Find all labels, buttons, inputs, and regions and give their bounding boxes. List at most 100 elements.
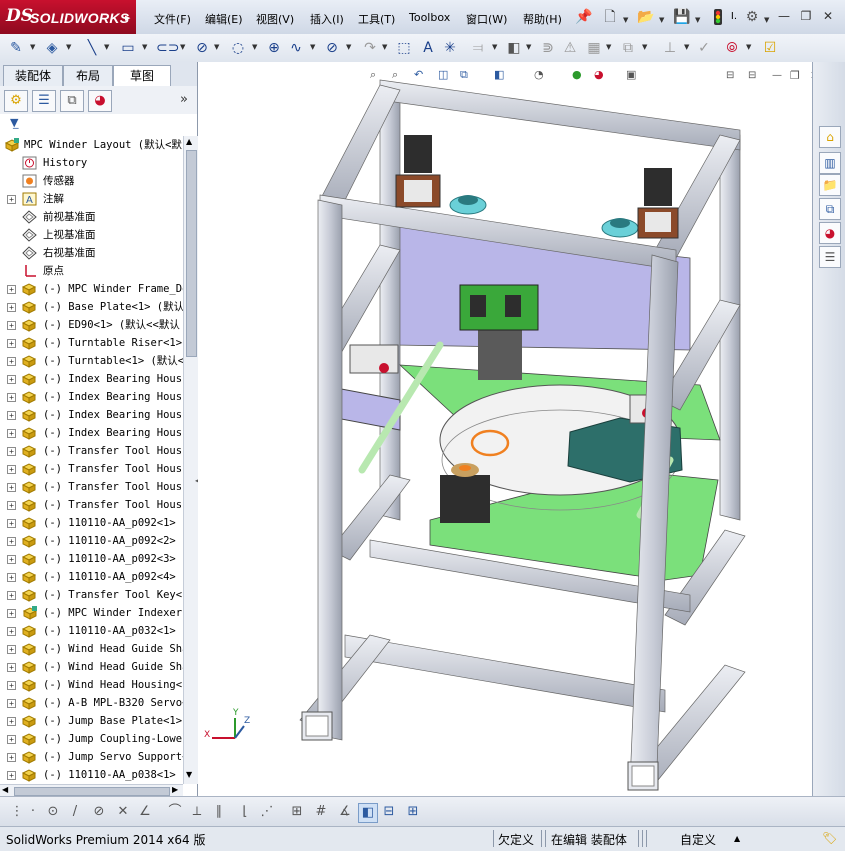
menu-help[interactable]: 帮助(H) — [523, 11, 562, 27]
scroll-thumb-horizontal[interactable] — [14, 787, 170, 796]
mirror-icon[interactable]: ⚠ — [560, 39, 580, 57]
arc-icon[interactable]: ◌ — [228, 39, 248, 57]
expand-icon[interactable]: + — [7, 519, 16, 528]
circle-tool-icon[interactable]: ⊘ — [90, 803, 108, 821]
expand-icon[interactable]: + — [7, 699, 16, 708]
text-icon[interactable]: A — [418, 39, 438, 57]
tab-layout[interactable]: 布局 — [63, 65, 113, 86]
menu-file[interactable]: 文件(F) — [154, 11, 191, 27]
tab-sketch[interactable]: 草图 — [113, 65, 171, 87]
tree-item[interactable]: 前视基准面 — [0, 208, 183, 226]
tree-item[interactable]: + (-) Wind Head Guide Sha — [0, 640, 183, 658]
expand-icon[interactable]: + — [7, 447, 16, 456]
chevron-down-icon[interactable]: ▼ — [382, 43, 387, 51]
line-tool-icon[interactable]: / — [66, 803, 84, 821]
tree-item[interactable]: MPC Winder Layout (默认<默 — [0, 136, 183, 154]
angle-snap-icon[interactable]: ∡ — [336, 803, 354, 821]
file-explorer-icon[interactable]: 📁 — [819, 174, 841, 196]
pin-icon[interactable]: 📌 — [574, 8, 594, 26]
chevron-down-icon[interactable]: ▼ — [695, 16, 700, 24]
grid-icon[interactable]: # — [312, 803, 330, 821]
tree-item[interactable]: 传感器 — [0, 172, 183, 190]
chevron-down-icon[interactable]: ▼ — [346, 43, 351, 51]
tree-item[interactable]: 原点 — [0, 262, 183, 280]
tree-vertical-scrollbar[interactable]: ▲ ◂ ▼ — [183, 136, 199, 784]
tree-item[interactable]: History — [0, 154, 183, 172]
chevron-down-icon[interactable]: ▼ — [66, 43, 71, 51]
filter-icon[interactable]: ▼̲ — [10, 116, 18, 129]
rapid-sketch-icon[interactable]: ☑ — [760, 39, 780, 57]
chevron-down-icon[interactable]: ▼ — [30, 43, 35, 51]
expand-icon[interactable]: + — [7, 195, 16, 204]
point-icon[interactable]: ✳ — [440, 39, 460, 57]
expand-icon[interactable]: + — [7, 591, 16, 600]
expand-icon[interactable]: + — [7, 501, 16, 510]
tree-item[interactable]: + (-) Wind Head Housing<1 — [0, 676, 183, 694]
spline-icon[interactable]: ∿ — [286, 39, 306, 57]
polygon-icon[interactable]: ⊕ — [264, 39, 284, 57]
minimize-button[interactable]: — — [776, 8, 792, 24]
grid-snap-icon[interactable]: ⊞ — [288, 803, 306, 821]
snap-tool-icon[interactable]: ⋰ — [258, 803, 276, 821]
tree-item[interactable]: + (-) Transfer Tool Housi — [0, 460, 183, 478]
centerpoint-tool-icon[interactable]: ⊙ — [44, 803, 62, 821]
configuration-manager-icon[interactable]: ⧉ — [60, 90, 84, 112]
tree-item[interactable]: + (-) MPC Winder Indexer — [0, 604, 183, 622]
expand-icon[interactable]: + — [7, 735, 16, 744]
expand-icon[interactable]: + — [7, 609, 16, 618]
shaded-view-icon[interactable]: ◧ — [358, 803, 378, 823]
tree-item[interactable]: + (-) 110110-AA_p092<4> ( — [0, 568, 183, 586]
expand-icon[interactable]: + — [7, 375, 16, 384]
perpendicular-tool-icon[interactable]: ⟂ — [188, 803, 206, 821]
expand-icon[interactable]: + — [7, 321, 16, 330]
scroll-left-icon[interactable]: ◀ — [2, 785, 8, 794]
home-icon[interactable]: ⌂ — [819, 126, 841, 148]
tree-item[interactable]: + (-) Index Bearing Housi — [0, 424, 183, 442]
chevron-down-icon[interactable]: ▼ — [684, 43, 689, 51]
expand-icon[interactable]: + — [7, 555, 16, 564]
four-view-icon[interactable]: ⊞ — [404, 803, 422, 821]
chevron-down-icon[interactable]: ▼ — [623, 16, 628, 24]
menu-tools[interactable]: 工具(T) — [358, 11, 395, 27]
expand-icon[interactable]: + — [7, 663, 16, 672]
tree-item[interactable]: + (-) 110110-AA_p038<1> ( — [0, 766, 183, 784]
expand-icon[interactable]: + — [7, 303, 16, 312]
tangent-tool-icon[interactable]: ⌒ — [166, 803, 184, 821]
menu-arrow-icon[interactable]: ▶ — [125, 14, 130, 22]
chevron-down-icon[interactable]: ▼ — [180, 43, 185, 51]
units-up-icon[interactable]: ▲ — [734, 834, 740, 843]
open-folder-icon[interactable]: 📂 — [636, 8, 656, 26]
fillet-icon[interactable]: ↷ — [360, 39, 380, 57]
expand-icon[interactable]: + — [7, 339, 16, 348]
expand-icon[interactable]: + — [7, 357, 16, 366]
expand-panel-icon[interactable]: » — [180, 92, 188, 107]
expand-icon[interactable]: + — [7, 537, 16, 546]
scroll-right-icon[interactable]: ▶ — [172, 785, 178, 794]
tree-item[interactable]: + (-) Jump Servo Support< — [0, 748, 183, 766]
tree-item[interactable]: + (-) 110110-AA_p092<2> ( — [0, 532, 183, 550]
tree-item[interactable]: + (-) Turntable Riser<1> — [0, 334, 183, 352]
point-tool-icon[interactable]: · — [24, 803, 42, 821]
chevron-down-icon[interactable]: ▼ — [214, 43, 219, 51]
expand-icon[interactable]: + — [7, 717, 16, 726]
appearances-icon[interactable]: ◕ — [819, 222, 841, 244]
custom-properties-icon[interactable]: ☰ — [819, 246, 841, 268]
chevron-down-icon[interactable]: ▼ — [606, 43, 611, 51]
move-entities-icon[interactable]: ⧉ — [618, 39, 638, 57]
expand-icon[interactable]: + — [7, 285, 16, 294]
tree-item[interactable]: + (-) Transfer Tool Key<1 — [0, 586, 183, 604]
scroll-down-icon[interactable]: ▼ — [186, 770, 192, 779]
graphics-area[interactable]: ⌕ ⌕ ↶ ◫ ⧉ ◧ ◔ ● ◕ ▣ ⊟ ⊟ — ❐ ✕ — [198, 62, 812, 796]
slot-icon[interactable]: ⊂⊃ — [156, 39, 179, 57]
plane-icon[interactable]: ⬚ — [394, 39, 414, 57]
expand-icon[interactable]: + — [7, 645, 16, 654]
menu-edit[interactable]: 编辑(E) — [205, 11, 243, 27]
tree-item[interactable]: + (-) Index Bearing Housi — [0, 370, 183, 388]
expand-icon[interactable]: + — [7, 771, 16, 780]
expand-icon[interactable]: + — [7, 429, 16, 438]
tree-item[interactable]: + (-) MPC Winder Frame_De — [0, 280, 183, 298]
tree-item[interactable]: + (-) 110110-AA_p092<3> ( — [0, 550, 183, 568]
chevron-down-icon[interactable]: ▼ — [252, 43, 257, 51]
scroll-thumb[interactable] — [186, 150, 197, 357]
tree-item[interactable]: + (-) Wind Head Guide Sha — [0, 658, 183, 676]
